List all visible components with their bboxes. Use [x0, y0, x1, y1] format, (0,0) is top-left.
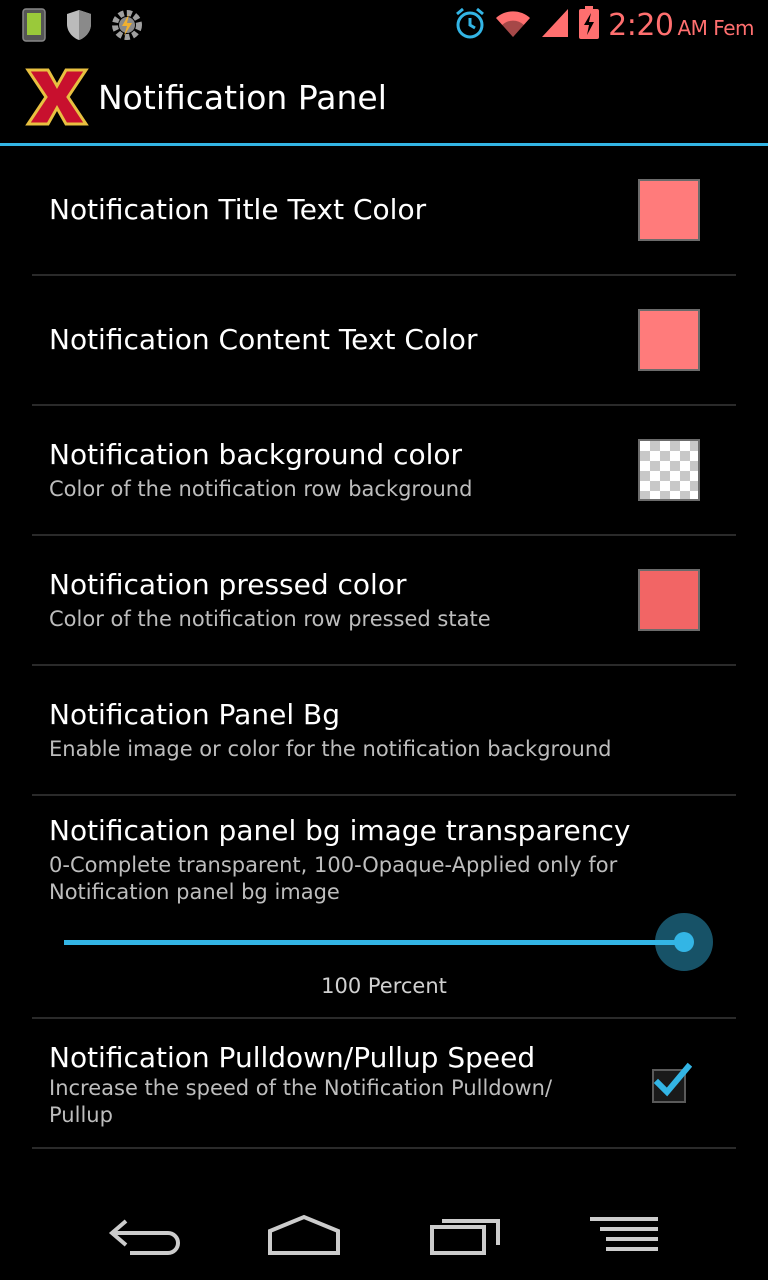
checkbox[interactable]: [652, 1062, 692, 1103]
pref-title: Notification Pulldown/Pullup Speed: [49, 1041, 536, 1074]
wifi-icon: [494, 7, 532, 43]
pref-summary: Color of the notification row pressed st…: [49, 607, 491, 631]
tasker-gear-icon: [110, 8, 144, 46]
status-clock: 2:20 AM Fem: [608, 8, 754, 43]
pref-summary: 0-Complete transparent, 100-Opaque-Appli…: [49, 853, 618, 904]
status-bar: 2:20 AM Fem: [0, 0, 768, 50]
pref-title: Notification background color: [49, 438, 463, 471]
x-logo-icon[interactable]: [24, 64, 90, 130]
shield-icon: [64, 8, 94, 46]
slider-track[interactable]: [64, 940, 684, 945]
color-swatch[interactable]: [638, 309, 700, 371]
color-swatch-transparent[interactable]: [638, 439, 700, 501]
check-icon: [653, 1062, 692, 1097]
pref-title: Notification Title Text Color: [49, 193, 427, 226]
phone-battery-icon: [20, 8, 48, 46]
pref-title-text-color[interactable]: Notification Title Text Color: [32, 146, 736, 276]
pref-summary: Color of the notification row background: [49, 477, 473, 501]
pref-title: Notification panel bg image transparency: [49, 814, 631, 847]
pref-content-text-color[interactable]: Notification Content Text Color: [32, 276, 736, 406]
back-icon: [108, 1219, 180, 1255]
menu-button[interactable]: [584, 1210, 664, 1260]
back-button[interactable]: [104, 1210, 184, 1260]
slider-value-label: 100 Percent: [321, 974, 447, 998]
page-title: Notification Panel: [98, 78, 387, 117]
recent-apps-icon: [430, 1219, 500, 1255]
status-bar-system-icons: 2:20 AM Fem: [454, 6, 754, 44]
pref-summary: Enable image or color for the notificati…: [49, 737, 612, 761]
status-bar-notification-icons: [20, 8, 144, 46]
preferences-list: Notification Title Text Color Notificati…: [32, 146, 736, 1149]
navigation-bar: [0, 1190, 768, 1280]
pref-title: Notification Panel Bg: [49, 698, 340, 731]
pref-title: Notification pressed color: [49, 568, 407, 601]
action-bar: Notification Panel: [0, 50, 768, 146]
pref-panel-bg[interactable]: Notification Panel Bg Enable image or co…: [32, 666, 736, 796]
color-swatch[interactable]: [638, 569, 700, 631]
menu-icon: [590, 1217, 658, 1251]
signal-icon: [540, 7, 570, 43]
pref-pressed-color[interactable]: Notification pressed color Color of the …: [32, 536, 736, 666]
clock-time: 2:20: [608, 7, 674, 43]
color-swatch[interactable]: [638, 179, 700, 241]
alarm-icon: [454, 6, 486, 44]
home-button[interactable]: [264, 1210, 344, 1260]
pref-title: Notification Content Text Color: [49, 323, 478, 356]
pref-background-color[interactable]: Notification background color Color of t…: [32, 406, 736, 536]
pref-pulldown-speed[interactable]: Notification Pulldown/Pullup Speed Incre…: [32, 1019, 736, 1149]
battery-charging-icon: [578, 6, 600, 44]
pref-summary: Increase the speed of the Notification P…: [49, 1076, 553, 1127]
pref-bg-image-transparency: Notification panel bg image transparency…: [32, 796, 736, 1019]
recent-apps-button[interactable]: [426, 1210, 506, 1260]
home-icon: [268, 1214, 340, 1255]
slider-thumb[interactable]: [655, 913, 713, 971]
clock-suffix: AM Fem: [677, 15, 755, 40]
slider-thumb-core: [674, 932, 694, 952]
